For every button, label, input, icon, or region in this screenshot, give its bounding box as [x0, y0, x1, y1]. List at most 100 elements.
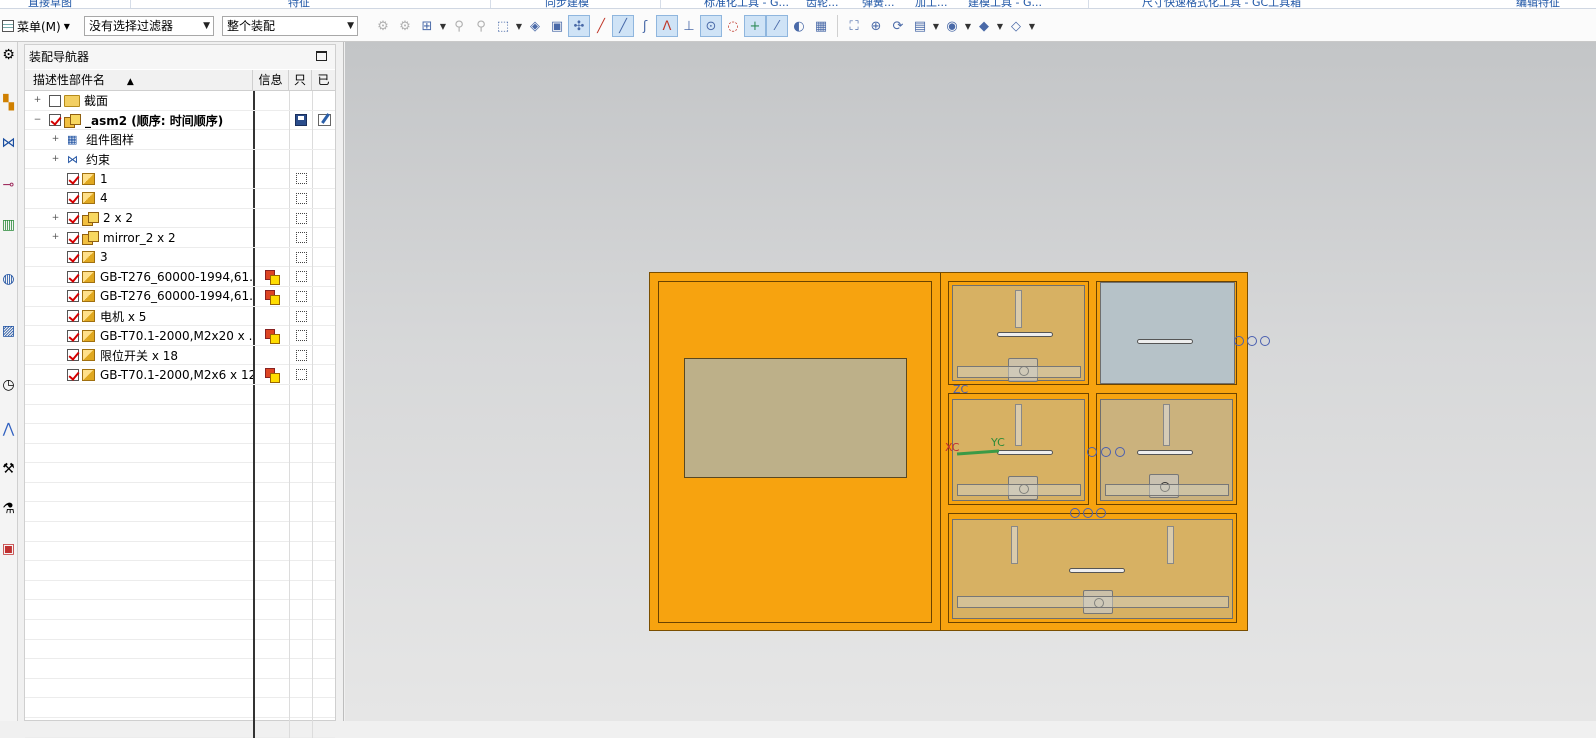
drawer-middle-left[interactable] [952, 399, 1085, 501]
navigator-row-name-cell[interactable]: GB-T276_60000-1994,61... [25, 267, 253, 286]
navigator-row-name-cell[interactable]: GB-T70.1-2000,M2x6 x 12 [25, 365, 253, 384]
point-on-face-icon[interactable]: ◐ [788, 15, 810, 37]
mid-point-icon[interactable]: ╱ [612, 15, 634, 37]
navigator-row[interactable]: GB-T276_60000-1994,61... [25, 267, 335, 287]
drawer-handle[interactable] [1069, 568, 1125, 573]
chevron-down-icon[interactable]: ▼ [514, 22, 524, 31]
chevron-down-icon[interactable]: ▼ [931, 22, 941, 31]
drawer-cell-bottom[interactable] [948, 513, 1237, 623]
constraint-symbol[interactable] [1083, 508, 1093, 518]
system-scene-tab-icon[interactable]: ⚗ [0, 498, 17, 520]
visibility-checkbox[interactable] [67, 310, 79, 323]
control-point-icon[interactable]: ᐱ [656, 15, 678, 37]
constraint-symbol[interactable] [1101, 447, 1111, 457]
constraint-symbol[interactable] [1247, 336, 1257, 346]
view-cube-icon[interactable]: ◆ [973, 15, 995, 37]
drawer-cell-top-right[interactable] [1096, 281, 1237, 385]
ribbon-group-machining[interactable]: 加工... [915, 0, 948, 8]
drawer-bottom[interactable] [952, 519, 1233, 619]
gear-icon[interactable]: ⚙ [0, 44, 17, 66]
visibility-checkbox[interactable] [67, 212, 79, 225]
filter-type-icon[interactable]: ⚙ [372, 15, 394, 37]
constraint-symbol[interactable] [1260, 336, 1270, 346]
snap-point-icon[interactable]: ✣ [568, 15, 590, 37]
info-icon[interactable] [265, 270, 280, 286]
selection-scope-select[interactable]: 整个装配 ▼ [222, 16, 358, 36]
assembly-navigator-tab-icon[interactable]: ▚ [0, 92, 17, 114]
ribbon-group-modeling-tools[interactable]: 建模工具 - G... [968, 0, 1042, 8]
chevron-down-icon[interactable]: ▼ [438, 22, 448, 31]
selection-filter-select[interactable]: 没有选择过滤器 ▼ [84, 16, 214, 36]
drawer-top-left[interactable] [952, 285, 1085, 382]
existing-point-icon[interactable]: + [744, 15, 766, 37]
modified-icon[interactable] [317, 114, 331, 127]
navigator-row-name-cell[interactable]: GB-T276_60000-1994,61... [25, 287, 253, 306]
navigator-row[interactable]: 3 [25, 247, 335, 268]
drawer-handle[interactable] [997, 450, 1053, 455]
zoom-icon[interactable]: ⊕ [865, 15, 887, 37]
visibility-checkbox[interactable] [67, 349, 79, 362]
column-header-info[interactable]: 信息 [253, 70, 289, 91]
navigator-row[interactable]: +2 x 2 [25, 208, 335, 229]
visibility-checkbox[interactable] [49, 94, 61, 107]
navigator-row-name-cell[interactable]: 3 [25, 248, 253, 267]
navigator-row[interactable]: GB-T70.1-2000,M2x20 x ... [25, 326, 335, 346]
navigator-row-name-cell[interactable]: + ⋈ 约束 [25, 150, 253, 169]
drawer-top-right[interactable] [1100, 282, 1235, 384]
navigator-row[interactable]: + ⋈ 约束 [25, 149, 335, 170]
constraint-symbol[interactable] [1096, 508, 1106, 518]
info-icon[interactable] [265, 329, 280, 345]
door-window[interactable] [684, 358, 907, 478]
filter-component-icon[interactable]: ⚙ [394, 15, 416, 37]
ribbon-group-sync[interactable]: 同步建模 [545, 0, 589, 8]
navigator-row-name-cell[interactable]: 1 [25, 169, 253, 188]
fit-view-icon[interactable]: ⛶ [843, 15, 865, 37]
visibility-checkbox[interactable] [67, 192, 79, 205]
system-materials-tab-icon[interactable]: ▣ [0, 538, 17, 560]
select-solid-icon[interactable]: ▣ [546, 15, 568, 37]
drawer-cell-top-left[interactable] [948, 281, 1089, 385]
navigator-row-name-cell[interactable]: GB-T70.1-2000,M2x20 x ... [25, 326, 253, 345]
drawer-handle[interactable] [997, 332, 1053, 337]
end-point-icon[interactable]: ╱ [590, 15, 612, 37]
bounded-grid-icon[interactable]: ▦ [810, 15, 832, 37]
navigator-row[interactable]: GB-T70.1-2000,M2x6 x 12 [25, 365, 335, 385]
ribbon-group-standard[interactable]: 标准化工具 - G... [704, 0, 789, 8]
menu-button[interactable]: 菜单(M) ▼ [2, 16, 70, 36]
navigator-row[interactable]: + mirror_2 x 2 [25, 228, 335, 248]
navigator-row-name-cell[interactable]: 4 [25, 189, 253, 208]
ribbon-group-feature[interactable]: 特征 [288, 0, 310, 8]
select-body-icon[interactable]: ⚲ [470, 15, 492, 37]
quadrant-point-icon[interactable]: ◌ [722, 15, 744, 37]
navigator-row[interactable]: GB-T276_60000-1994,61... [25, 286, 335, 307]
column-header-name[interactable]: 描述性部件名 ▲ [25, 70, 253, 91]
ribbon-group-dimension[interactable]: 尺寸快速格式化工具 - GC工具箱 [1142, 0, 1301, 8]
panel-splitter[interactable] [336, 42, 344, 721]
constraint-symbol[interactable] [1234, 336, 1244, 346]
visibility-checkbox[interactable] [67, 329, 79, 342]
ribbon-group-edit-feature[interactable]: 编辑特征 [1516, 0, 1560, 8]
chevron-down-icon[interactable]: ▼ [1027, 22, 1037, 31]
clock-icon[interactable]: ◷ [0, 374, 17, 396]
navigator-row-name-cell[interactable]: + ▦ 组件图样 [25, 130, 253, 149]
expand-icon[interactable]: + [51, 154, 60, 164]
drawer-cell-middle-left[interactable] [948, 393, 1089, 505]
drawer-handle[interactable] [1137, 339, 1193, 344]
ribbon-group-sketch[interactable]: 直接草图 [28, 0, 72, 8]
selection-method-icon[interactable]: ⊞ [416, 15, 438, 37]
constraint-symbol[interactable] [1070, 508, 1080, 518]
navigator-row-name-cell[interactable]: − _asm2 (顺序: 时间顺序) [25, 111, 253, 130]
constraint-symbol[interactable] [1115, 447, 1125, 457]
navigator-row-name-cell[interactable]: + 截面 [25, 91, 253, 110]
maximize-icon[interactable] [316, 51, 327, 61]
visibility-checkbox[interactable] [67, 368, 79, 381]
navigator-row-name-cell[interactable]: 限位开关 x 18 [25, 346, 253, 365]
navigator-row[interactable]: 1 [25, 169, 335, 189]
navigator-row-name-cell[interactable]: + mirror_2 x 2 [25, 228, 253, 247]
curve-point-icon[interactable]: ʃ [634, 15, 656, 37]
select-feature-icon[interactable]: ⚲ [448, 15, 470, 37]
rectangle-select-icon[interactable]: ⬚ [492, 15, 514, 37]
web-browser-tab-icon[interactable]: ◍ [0, 268, 17, 290]
history-tab-icon[interactable]: ▨ [0, 320, 17, 342]
constraint-navigator-tab-icon[interactable]: ⋈ [0, 132, 17, 154]
